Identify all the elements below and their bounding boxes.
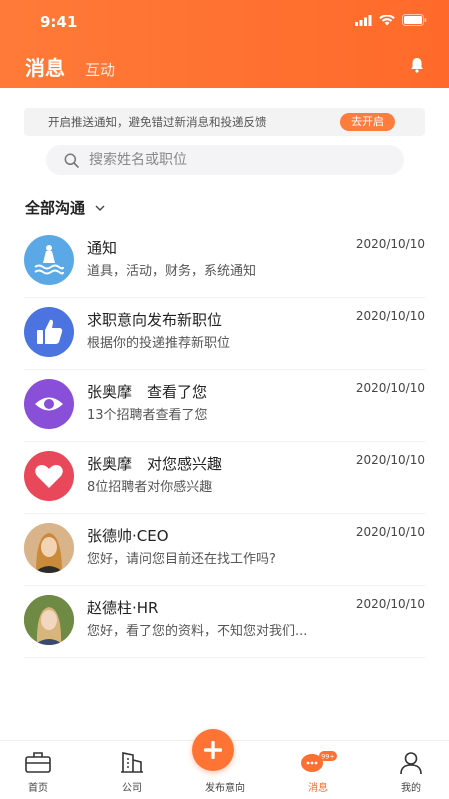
message-preview: 您好，请问您目前还在找工作吗? (87, 552, 276, 567)
message-date: 2020/10/10 (355, 381, 425, 395)
building-icon (121, 752, 143, 773)
tab-home[interactable]: 首页 (8, 741, 68, 799)
person-icon (400, 752, 422, 775)
publish-button[interactable] (192, 729, 234, 771)
message-title: 通知 (87, 239, 118, 257)
enable-push-button[interactable]: 去开启 (340, 113, 395, 131)
bottom-tab-bar: 首页 公司 发布意向 99+ 消息 我的 (0, 729, 449, 799)
message-preview: 8位招聘者对你感兴趣 (87, 480, 213, 495)
list-item[interactable]: 张奥摩 对您感兴趣 8位招聘者对你感兴趣 2020/10/10 (24, 442, 425, 514)
status-icons (355, 14, 427, 26)
message-preview: 道具，活动，财务，系统通知 (87, 264, 257, 279)
filter-label: 全部沟通 (25, 199, 86, 217)
signal-icon (355, 14, 372, 26)
message-preview: 根据你的投递推荐新职位 (87, 336, 231, 351)
eye-icon (24, 379, 74, 429)
chat-badge: 99+ (321, 753, 335, 761)
thumbs-up-icon (24, 307, 74, 357)
message-title: 求职意向发布新职位 (87, 311, 223, 329)
status-time: 9:41 (40, 13, 78, 31)
search-bar[interactable] (46, 145, 404, 175)
list-item[interactable]: 求职意向发布新职位 根据你的投递推荐新职位 2020/10/10 (24, 298, 425, 370)
tab-publish[interactable]: 发布意向 (192, 729, 255, 799)
avatar (24, 523, 74, 573)
app-header: 9:41 消息 互动 (0, 0, 449, 88)
tab-label: 发布意向 (205, 783, 245, 794)
tab-interaction[interactable]: 互动 (85, 59, 115, 80)
list-item[interactable]: 赵德柱·HR 您好，看了您的资料，不知您对我们... 2020/10/10 (24, 586, 425, 658)
header-tabs: 消息 互动 (25, 52, 115, 81)
tab-label: 我的 (401, 783, 421, 794)
message-title: 赵德柱·HR (87, 599, 159, 617)
message-date: 2020/10/10 (355, 309, 425, 323)
tab-messages[interactable]: 消息 (25, 52, 65, 81)
notice-text: 开启推送通知，避免错过新消息和投递反馈 (48, 115, 267, 129)
message-list: 通知 道具，活动，财务，系统通知 2020/10/10 求职意向发布新职位 根据… (24, 226, 425, 658)
tab-company[interactable]: 公司 (102, 741, 162, 799)
heart-icon (24, 451, 74, 501)
message-preview: 您好，看了您的资料，不知您对我们... (87, 624, 308, 639)
briefcase-icon (25, 752, 51, 773)
status-bar: 9:41 (0, 0, 449, 40)
avatar (24, 595, 74, 645)
tab-label: 首页 (28, 783, 48, 794)
message-title: 张德帅·CEO (87, 527, 169, 545)
chat-icon: 99+ (301, 751, 337, 772)
message-preview: 13个招聘者查看了您 (87, 408, 208, 423)
list-item[interactable]: 张奥摩 查看了您 13个招聘者查看了您 2020/10/10 (24, 370, 425, 442)
battery-icon (402, 14, 427, 26)
message-date: 2020/10/10 (355, 525, 425, 539)
tab-messages-bottom[interactable]: 99+ 消息 (288, 741, 348, 799)
notification-icon (24, 235, 74, 285)
search-input[interactable] (89, 152, 369, 168)
plus-icon (204, 741, 222, 759)
wifi-icon (379, 14, 395, 25)
conversation-filter[interactable]: 全部沟通 (25, 197, 105, 218)
tab-label: 公司 (122, 783, 142, 794)
search-icon (64, 153, 79, 168)
list-item[interactable]: 通知 道具，活动，财务，系统通知 2020/10/10 (24, 226, 425, 298)
bell-icon[interactable] (410, 57, 424, 73)
message-date: 2020/10/10 (355, 453, 425, 467)
tab-label: 消息 (308, 783, 328, 794)
push-notice-banner: 开启推送通知，避免错过新消息和投递反馈 去开启 (24, 108, 425, 136)
message-date: 2020/10/10 (355, 237, 425, 251)
message-date: 2020/10/10 (355, 597, 425, 611)
list-item[interactable]: 张德帅·CEO 您好，请问您目前还在找工作吗? 2020/10/10 (24, 514, 425, 586)
chevron-down-icon (95, 205, 105, 211)
message-title: 张奥摩 对您感兴趣 (87, 455, 223, 473)
message-title: 张奥摩 查看了您 (87, 383, 208, 401)
tab-profile[interactable]: 我的 (381, 741, 441, 799)
